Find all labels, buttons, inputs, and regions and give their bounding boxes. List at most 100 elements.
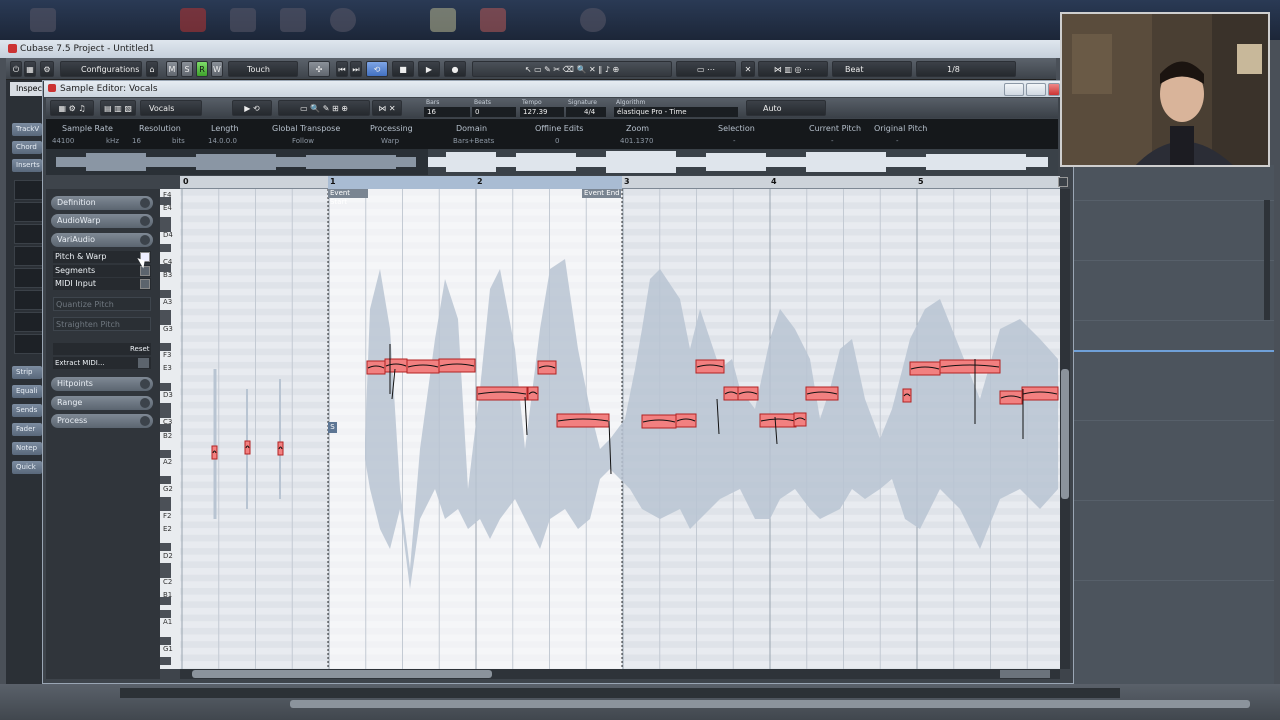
definition-section[interactable]: Definition [51, 196, 153, 210]
editor-vertical-scrollbar[interactable] [1060, 189, 1070, 669]
insert-slot[interactable] [14, 290, 44, 310]
signature-input[interactable]: 4/4 [566, 107, 606, 117]
desktop-app-icon[interactable] [580, 8, 606, 32]
audiowarp-section[interactable]: AudioWarp [51, 214, 153, 228]
desktop-app-icon[interactable] [480, 8, 506, 32]
midi-input-mode[interactable]: MIDI Input [53, 278, 151, 290]
piano-black-key[interactable] [160, 244, 171, 252]
bars-input[interactable]: 16 [424, 107, 470, 117]
quantize-pitch-slider[interactable]: Quantize Pitch [53, 297, 151, 311]
piano-black-key[interactable] [160, 343, 171, 351]
insert-slot[interactable] [14, 224, 44, 244]
ruler-selection-range[interactable] [328, 176, 622, 189]
info-value-processing[interactable]: Warp [381, 137, 399, 145]
info-value-offline-edits[interactable]: 0 [555, 137, 559, 145]
piano-black-key[interactable] [160, 264, 171, 272]
desktop-app-icon[interactable] [330, 8, 356, 32]
reset-button[interactable]: Reset [130, 345, 150, 353]
piano-black-key[interactable] [160, 543, 171, 551]
piano-black-key[interactable] [160, 503, 171, 511]
event-end-marker[interactable]: Event End [582, 189, 621, 198]
inspector-item-strip[interactable]: Strip [12, 366, 42, 379]
pitch-warp-mode[interactable]: Pitch & Warp [53, 251, 151, 263]
go-to-start-icon[interactable]: ⏮ [336, 61, 348, 77]
extract-midi-icon[interactable] [138, 358, 149, 368]
zoom-slider[interactable] [1000, 670, 1050, 678]
info-value-resolution[interactable]: 16 [132, 137, 141, 145]
inspector-tab[interactable]: Inspec [10, 82, 44, 96]
hitpoints-section[interactable]: Hitpoints [51, 377, 153, 391]
piano-black-key[interactable] [160, 657, 171, 665]
segments-mode[interactable]: Segments [53, 265, 151, 277]
piano-black-key[interactable] [160, 424, 171, 432]
midi-input-toggle[interactable] [140, 279, 150, 289]
desktop-app-icon[interactable] [180, 8, 206, 32]
piano-black-key[interactable] [160, 410, 171, 418]
stop-icon[interactable]: ■ [392, 61, 414, 77]
algorithm-dropdown[interactable]: élastique Pro - Time [614, 107, 738, 117]
piano-black-key[interactable] [160, 197, 171, 205]
settings-icon[interactable]: ⚙ [40, 61, 54, 77]
piano-black-key[interactable] [160, 383, 171, 391]
record-icon[interactable]: ● [444, 61, 466, 77]
piano-black-key[interactable] [160, 637, 171, 645]
scroll-thumb[interactable] [192, 670, 492, 678]
project-track-area[interactable] [1074, 165, 1274, 700]
close-icon[interactable] [1048, 83, 1060, 96]
project-scroll-thumb[interactable] [290, 700, 1250, 708]
tool-palette[interactable]: ↖ ▭ ✎ ✂ ⌫ 🔍 ✕ ∥ ♪ ⊕ [472, 61, 672, 77]
info-value-current-pitch[interactable]: - [831, 137, 834, 145]
piano-black-key[interactable] [160, 570, 171, 578]
inspector-item-trackv[interactable]: TrackV [12, 123, 42, 136]
solo-button[interactable]: S [181, 61, 193, 77]
desktop-app-icon[interactable] [30, 8, 56, 32]
go-to-end-icon[interactable]: ⏭ [350, 61, 362, 77]
project-scrollbar[interactable] [1264, 200, 1270, 320]
snap-options[interactable]: ⋈ ▥ ◎ ⋯ [758, 61, 828, 77]
insert-slot[interactable] [14, 180, 44, 200]
auto-dropdown[interactable]: Auto [746, 100, 826, 116]
info-value-global-transpose[interactable]: Follow [292, 137, 314, 145]
info-value-domain[interactable]: Bars+Beats [453, 137, 494, 145]
snap-icon[interactable]: ⋈ ✕ [372, 100, 402, 116]
inspector-item-quick[interactable]: Quick [12, 461, 42, 474]
write-button[interactable]: W [211, 61, 223, 77]
info-value-selection[interactable]: - [733, 137, 736, 145]
editor-tool-palette[interactable]: ▭ 🔍 ✎ ⊞ ⊕ [278, 100, 370, 116]
piano-black-key[interactable] [160, 317, 171, 325]
info-value-original-pitch[interactable]: - [896, 137, 899, 145]
lock-icon[interactable]: ⌂ [146, 61, 158, 77]
insert-slot[interactable] [14, 202, 44, 222]
inspector-item-inserts[interactable]: Inserts [12, 159, 42, 172]
segments-toggle[interactable] [140, 266, 150, 276]
piano-black-key[interactable] [160, 476, 171, 484]
maximize-icon[interactable] [1026, 83, 1046, 96]
audition-play-icon[interactable]: ▶ ⟲ [232, 100, 272, 116]
read-button[interactable]: R [196, 61, 208, 77]
insert-slot[interactable] [14, 334, 44, 354]
info-value-length[interactable]: 14.0.0.0 [208, 137, 237, 145]
minimize-icon[interactable] [1004, 83, 1024, 96]
beats-input[interactable]: 0 [472, 107, 516, 117]
piano-black-key[interactable] [160, 290, 171, 298]
layout-icon[interactable]: ▦ [24, 61, 36, 77]
snap-type-dropdown[interactable]: Beat [832, 61, 912, 77]
extract-midi-button[interactable]: Extract MIDI... [53, 357, 151, 369]
desktop-app-icon[interactable] [230, 8, 256, 32]
color-tool[interactable]: ▭ ⋯ [676, 61, 736, 77]
cycle-icon[interactable]: ⟲ [366, 61, 388, 77]
insert-slot[interactable] [14, 246, 44, 266]
piano-black-key[interactable] [160, 597, 171, 605]
automation-mode-dropdown[interactable]: Touch [228, 61, 298, 77]
view-toggle-icons[interactable]: ▤ ▥ ▧ [100, 100, 136, 116]
process-section[interactable]: Process [51, 414, 153, 428]
inspector-item-sends[interactable]: Sends [12, 404, 42, 417]
info-value-zoom[interactable]: 401.1370 [620, 137, 653, 145]
inspector-item-chord[interactable]: Chord [12, 141, 42, 154]
piano-black-key[interactable] [160, 224, 171, 232]
s-marker[interactable]: S [328, 422, 337, 433]
editor-horizontal-scrollbar[interactable] [180, 669, 1060, 679]
piano-black-key[interactable] [160, 450, 171, 458]
project-horizontal-scrollbar[interactable] [120, 688, 1120, 698]
play-icon[interactable]: ▶ [418, 61, 440, 77]
